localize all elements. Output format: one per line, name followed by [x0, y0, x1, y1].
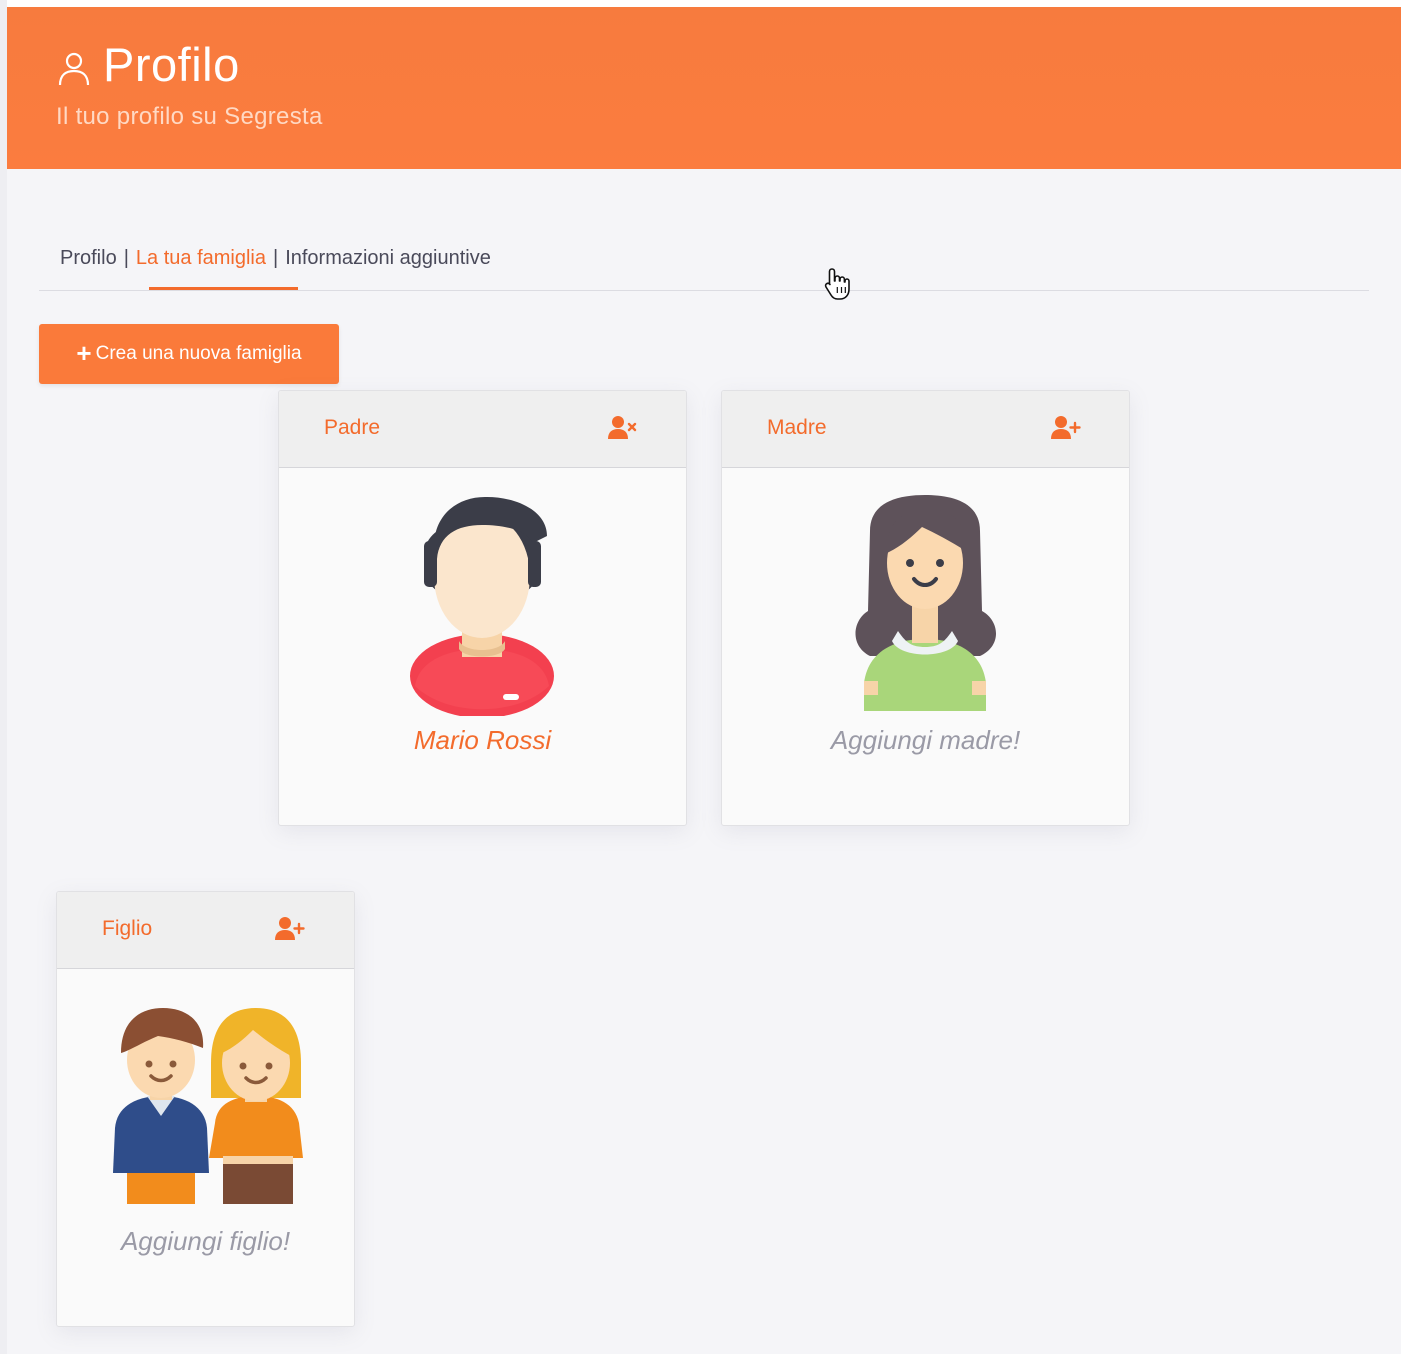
tab-informazioni-aggiuntive[interactable]: Informazioni aggiuntive — [285, 247, 491, 270]
create-family-button[interactable]: + Crea una nuova famiglia — [39, 324, 339, 384]
card-role-label: Padre — [324, 416, 381, 439]
tab-separator: | — [272, 247, 279, 269]
children-avatar — [113, 1008, 303, 1204]
profile-tabs: Profilo | La tua famiglia | Informazioni… — [60, 247, 491, 270]
card-header: Figlio — [57, 892, 354, 969]
add-user-icon[interactable] — [275, 916, 305, 942]
window-edge — [0, 0, 7, 1354]
add-member-prompt[interactable]: Aggiungi figlio! — [57, 1226, 354, 1257]
plus-icon: + — [76, 337, 92, 368]
header-title-row: Profilo — [57, 37, 240, 92]
add-user-icon[interactable] — [1051, 415, 1081, 441]
tab-profilo[interactable]: Profilo — [60, 247, 117, 270]
card-role-label: Madre — [767, 416, 827, 439]
page-subtitle: Il tuo profilo su Segresta — [56, 103, 323, 130]
hand-cursor-icon — [824, 268, 850, 300]
card-header: Madre — [722, 391, 1129, 468]
tabs-divider — [39, 290, 1369, 291]
page-header: Profilo Il tuo profilo su Segresta — [7, 7, 1401, 169]
father-card: Padre Mario Rossi — [278, 390, 687, 826]
tab-famiglia[interactable]: La tua famiglia — [136, 247, 266, 270]
woman-avatar — [855, 495, 996, 711]
remove-user-icon[interactable] — [608, 415, 638, 441]
child-card: Figlio Aggiungi figlio! — [56, 891, 355, 1327]
page-title: Profilo — [103, 38, 240, 91]
tab-separator: | — [123, 247, 129, 269]
member-name[interactable]: Mario Rossi — [279, 725, 686, 756]
card-role-label: Figlio — [102, 917, 153, 940]
add-member-prompt[interactable]: Aggiungi madre! — [722, 725, 1129, 756]
card-header: Padre — [279, 391, 686, 468]
user-outline-icon — [58, 52, 90, 85]
mother-card: Madre Aggiungi madre! — [721, 390, 1130, 826]
man-avatar — [410, 496, 554, 716]
create-family-label: Crea una nuova famiglia — [95, 343, 302, 364]
page: Profilo Il tuo profilo su Segresta Profi… — [7, 7, 1401, 1354]
